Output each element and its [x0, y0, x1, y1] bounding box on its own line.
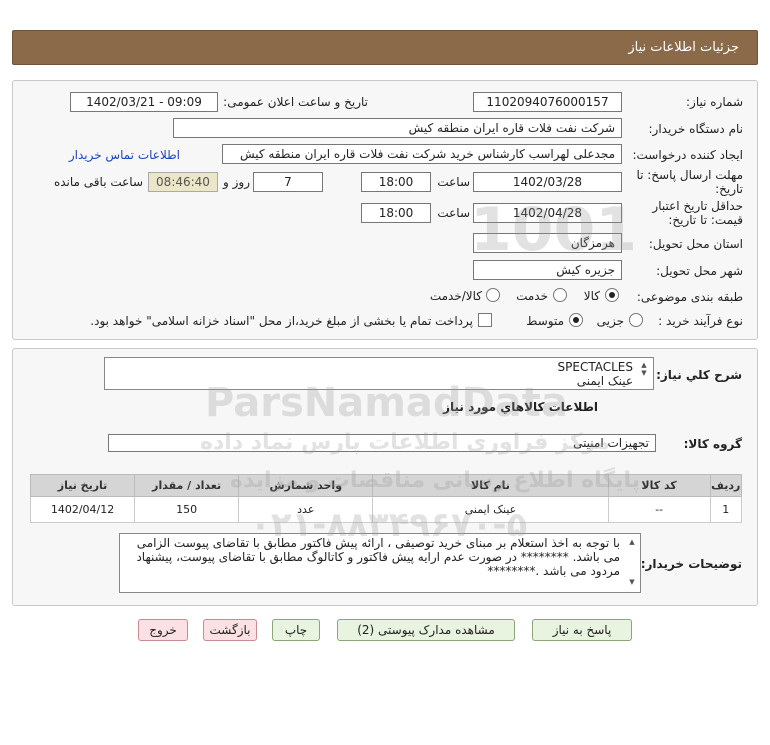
goods-section-title: اطلاعات کالاهاي مورد نياز	[443, 400, 598, 414]
deadline-days-label: روز و	[223, 175, 250, 189]
remaining-time-field: 08:46:40	[148, 172, 218, 192]
announce-datetime-label: تاریخ و ساعت اعلان عمومی:	[223, 95, 368, 109]
buyer-notes-scroll-arrows[interactable]: ▲ ▼	[627, 538, 637, 586]
col-quantity: تعداد / مقدار	[134, 474, 240, 497]
buyer-notes-text: با توجه به اخذ استعلام بر مبنای خرید توص…	[136, 536, 620, 578]
city-label: شهر محل تحویل:	[656, 264, 743, 278]
cell-goods-name: عینک ایمنی	[372, 496, 609, 523]
reply-button[interactable]: پاسخ به نیاز	[532, 619, 632, 641]
process-option-medium: متوسط	[526, 314, 564, 328]
buyer-notes-label: توضیحات خریدار:	[640, 557, 742, 571]
treasury-payment-note: پرداخت تمام یا بخشی از مبلغ خرید،از محل …	[90, 314, 473, 328]
category-radio-goods-service[interactable]	[486, 288, 500, 302]
cell-goods-code: --	[607, 496, 711, 523]
validity-time-label: ساعت	[437, 206, 470, 220]
attachments-button[interactable]: مشاهده مدارک پیوستی (2)	[337, 619, 515, 641]
deadline-time-label: ساعت	[437, 175, 470, 189]
process-option-minor: جزیی	[596, 314, 624, 328]
requester-field: مجدعلی لهراسب کارشناس خرید شرکت نفت فلات…	[222, 144, 622, 164]
col-need-date: تاریخ نیاز	[29, 474, 136, 497]
treasury-payment-checkbox[interactable]	[478, 313, 492, 327]
need-number-field: 1102094076000157	[473, 92, 622, 112]
cell-unit: عدد	[238, 496, 374, 523]
summary-scroll-arrows[interactable]: ▲ ▼	[639, 361, 649, 377]
category-option-goods: کالا	[583, 289, 600, 303]
category-radio-goods[interactable]	[605, 288, 619, 302]
deadline-label-line1: مهلت ارسال پاسخ: تا	[636, 168, 743, 182]
deadline-date-field: 1402/03/28	[473, 172, 622, 192]
need-number-label: شماره نیاز:	[686, 95, 743, 109]
goods-table: ردیف کد کالا نام کالا واحد شمارش تعداد /…	[29, 474, 743, 523]
deadline-time-field: 18:00	[361, 172, 431, 192]
col-unit: واحد شمارش	[238, 474, 374, 497]
summary-label: شرح کلي نياز:	[656, 368, 742, 382]
print-button[interactable]: چاپ	[272, 619, 320, 641]
goods-group-label: گروه کالا:	[683, 437, 742, 451]
back-button[interactable]: بازگشت	[203, 619, 257, 641]
page-header: جزئیات اطلاعات نیاز	[12, 30, 758, 65]
col-row-number: ردیف	[709, 474, 743, 497]
process-radio-medium[interactable]	[569, 313, 583, 327]
validity-time-field: 18:00	[361, 203, 431, 223]
process-radio-minor[interactable]	[629, 313, 643, 327]
category-option-goods-service: کالا/خدمت	[429, 289, 482, 303]
validity-date-field: 1402/04/28	[473, 203, 622, 223]
cell-need-date: 1402/04/12	[29, 496, 136, 523]
province-label: استان محل تحویل:	[648, 237, 743, 251]
validity-label-line2: قیمت: تا تاریخ:	[668, 213, 743, 227]
page-title: جزئیات اطلاعات نیاز	[628, 40, 739, 55]
province-field: هرمزگان	[473, 233, 622, 253]
deadline-label-line2: تاریخ:	[715, 182, 743, 196]
city-field: جزیره کیش	[473, 260, 622, 280]
summary-textarea: SPECTACLES عینک ایمنی	[104, 357, 654, 390]
validity-label-line1: حداقل تاریخ اعتبار	[652, 199, 743, 213]
exit-button[interactable]: خروج	[138, 619, 188, 641]
buyer-contact-link[interactable]: اطلاعات تماس خریدار	[69, 148, 180, 162]
requester-label: ایجاد کننده درخواست:	[632, 148, 743, 162]
buyer-org-label: نام دستگاه خریدار:	[648, 122, 744, 136]
goods-group-field: تجهیزات امنیتی	[108, 434, 656, 452]
col-goods-code: کد کالا	[607, 474, 711, 497]
deadline-days-field: 7	[253, 172, 323, 192]
announce-datetime-field: 1402/03/21 - 09:09	[70, 92, 218, 112]
table-row: 1 -- عینک ایمنی عدد 150 1402/04/12	[29, 496, 743, 523]
buyer-notes-textarea: با توجه به اخذ استعلام بر مبنای خرید توص…	[119, 533, 641, 593]
summary-line1: SPECTACLES	[557, 360, 633, 374]
cell-quantity: 150	[134, 496, 240, 523]
goods-table-header: ردیف کد کالا نام کالا واحد شمارش تعداد /…	[29, 474, 743, 497]
category-radio-service[interactable]	[553, 288, 567, 302]
category-option-service: خدمت	[516, 289, 548, 303]
cell-row-number: 1	[709, 496, 743, 523]
category-label: طبقه بندی موضوعی:	[636, 290, 743, 304]
process-type-label: نوع فرآیند خرید :	[658, 314, 743, 328]
remaining-time-label: ساعت باقی مانده	[53, 175, 143, 189]
buyer-org-field: شرکت نفت فلات قاره ایران منطقه کیش	[173, 118, 622, 138]
summary-line2: عینک ایمنی	[576, 374, 633, 388]
col-goods-name: نام کالا	[372, 474, 609, 497]
